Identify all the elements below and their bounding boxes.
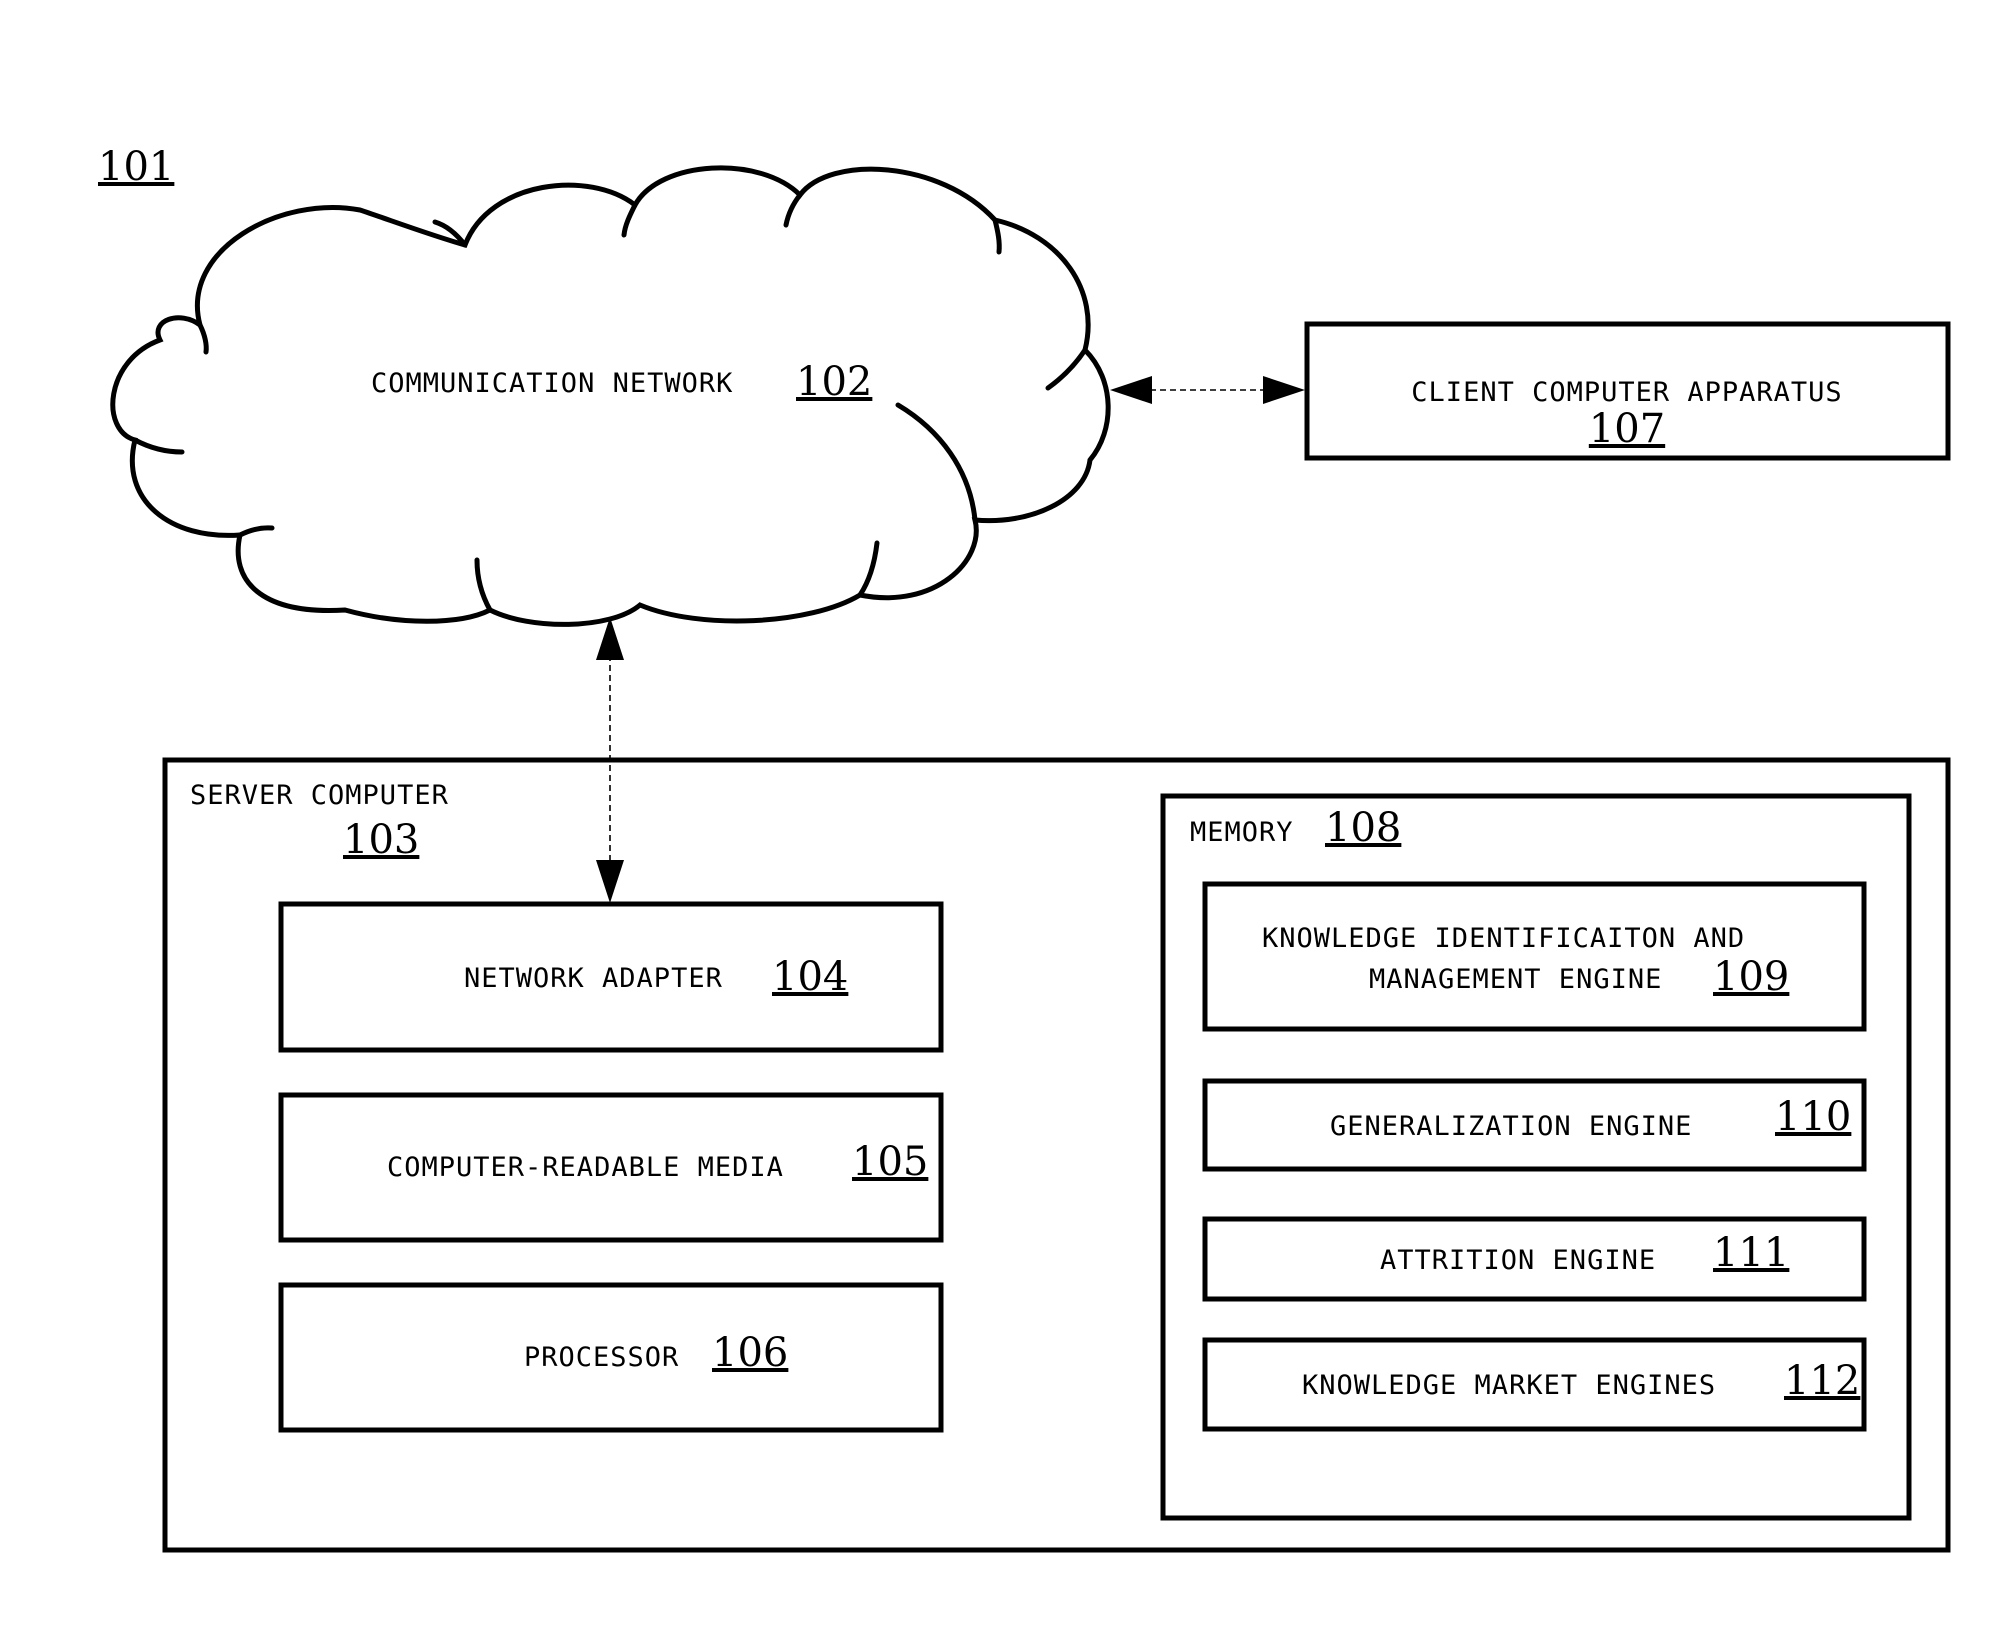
kime-ref: 109: [1713, 954, 1789, 1000]
memory: MEMORY 108 KNOWLEDGE IDENTIFICAITON AND …: [1160, 793, 1912, 1521]
knowledge-market-engines-label: KNOWLEDGE MARKET ENGINES: [1302, 1370, 1716, 1401]
client-label: CLIENT COMPUTER APPARATUS: [1411, 377, 1842, 408]
arrowhead-left-icon: [1110, 376, 1152, 404]
processor: PROCESSOR 106: [278, 1282, 944, 1433]
network-adapter-ref: 104: [772, 954, 848, 1000]
network-ref: 102: [796, 359, 872, 405]
memory-label: MEMORY: [1190, 817, 1294, 848]
kime-label-line1: KNOWLEDGE IDENTIFICAITON AND: [1262, 923, 1745, 954]
processor-ref: 106: [712, 1330, 788, 1376]
figure-ref: 101: [98, 144, 174, 190]
attrition-engine-ref: 111: [1713, 1230, 1789, 1276]
system-diagram: 101 COMMUNICATION NETWORK 102 CLIENT COM…: [98, 144, 1951, 1553]
generalization-engine-label: GENERALIZATION ENGINE: [1330, 1111, 1692, 1142]
connector-network-client: [1110, 376, 1305, 404]
network-adapter-label: NETWORK ADAPTER: [464, 963, 723, 994]
server-computer: SERVER COMPUTER 103 NETWORK ADAPTER 104 …: [162, 757, 1951, 1553]
knowledge-identification-management-engine: KNOWLEDGE IDENTIFICAITON AND MANAGEMENT …: [1202, 881, 1867, 1032]
attrition-engine: ATTRITION ENGINE 111: [1202, 1216, 1867, 1302]
arrowhead-right-icon: [1263, 376, 1305, 404]
memory-ref: 108: [1325, 805, 1401, 851]
computer-readable-media-ref: 105: [852, 1139, 928, 1185]
kime-label-line2: MANAGEMENT ENGINE: [1369, 964, 1662, 995]
computer-readable-media: COMPUTER-READABLE MEDIA 105: [278, 1092, 944, 1243]
generalization-engine: GENERALIZATION ENGINE 110: [1202, 1078, 1867, 1172]
network-label: COMMUNICATION NETWORK: [371, 368, 733, 399]
client-ref: 107: [1589, 406, 1665, 452]
server-label: SERVER COMPUTER: [190, 780, 449, 811]
server-ref: 103: [343, 817, 419, 863]
communication-network: COMMUNICATION NETWORK 102: [110, 165, 1111, 627]
generalization-engine-ref: 110: [1775, 1094, 1851, 1140]
knowledge-market-engines: KNOWLEDGE MARKET ENGINES 112: [1202, 1337, 1867, 1432]
knowledge-market-engines-ref: 112: [1784, 1358, 1860, 1404]
processor-label: PROCESSOR: [524, 1342, 679, 1373]
network-adapter: NETWORK ADAPTER 104: [278, 901, 944, 1053]
computer-readable-media-label: COMPUTER-READABLE MEDIA: [387, 1152, 784, 1183]
client-computer-apparatus: CLIENT COMPUTER APPARATUS 107: [1304, 321, 1951, 461]
attrition-engine-label: ATTRITION ENGINE: [1380, 1245, 1656, 1276]
arrowhead-down-icon: [596, 860, 624, 903]
